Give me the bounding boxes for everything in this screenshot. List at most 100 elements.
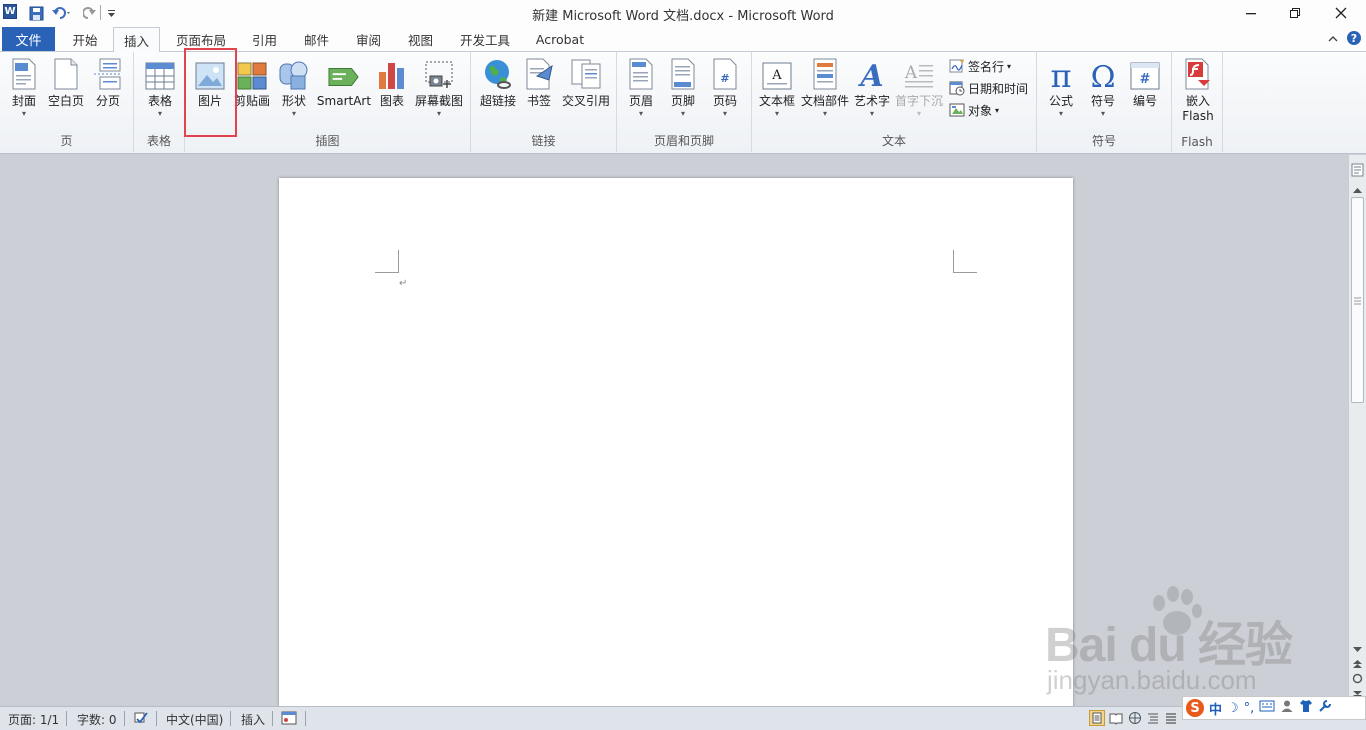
drop-cap-button[interactable]: A 首字下沉 ▾ [894, 56, 944, 128]
group-header-footer: 页眉 ▾ 页脚 ▾ # 页码 ▾ 页眉和页脚 [617, 52, 752, 152]
status-page-count[interactable]: 页面: 1/1 [8, 711, 59, 728]
svg-text:A: A [904, 63, 918, 83]
quick-parts-button[interactable]: 文档部件 ▾ [800, 56, 850, 128]
vertical-scrollbar[interactable] [1348, 155, 1366, 706]
web-layout-icon[interactable] [1128, 711, 1142, 728]
cover-page-button[interactable]: 封面 ▾ [6, 56, 42, 128]
scrollbar-thumb[interactable] [1351, 197, 1364, 403]
embed-flash-button[interactable]: 嵌入 Flash [1178, 56, 1218, 128]
tab-acrobat[interactable]: Acrobat [528, 27, 592, 52]
wordart-dropdown-icon: ▾ [869, 109, 874, 118]
signature-line-button[interactable]: 签名行 ▾ [949, 56, 1011, 76]
object-button[interactable]: 对象 ▾ [949, 100, 999, 120]
page-number-button[interactable]: # 页码 ▾ [707, 56, 743, 128]
clip-art-icon [236, 56, 268, 90]
keyboard-icon[interactable] [1259, 700, 1275, 716]
tools-wrench-icon[interactable] [1318, 699, 1332, 717]
footer-icon [667, 56, 699, 90]
full-screen-reading-icon[interactable] [1109, 711, 1123, 728]
draft-view-icon[interactable] [1164, 711, 1178, 728]
tab-insert[interactable]: 插入 [113, 27, 160, 53]
svg-text:Ω: Ω [1091, 60, 1116, 90]
minimize-button[interactable] [1228, 0, 1274, 26]
document-page[interactable]: ↵ [279, 178, 1073, 718]
date-time-button[interactable]: 日期和时间 [949, 78, 1028, 98]
cross-reference-label: 交叉引用 [561, 94, 610, 108]
text-box-button[interactable]: A 文本框 ▾ [756, 56, 798, 128]
embed-flash-label-line1: 嵌入 [1185, 94, 1210, 108]
tab-home[interactable]: 开始 [62, 27, 108, 52]
screenshot-button[interactable]: 屏幕截图 ▾ [413, 56, 465, 128]
tab-view[interactable]: 视图 [398, 27, 443, 52]
outline-view-icon[interactable] [1146, 711, 1160, 728]
wordart-icon: A [856, 56, 888, 90]
skin-shirt-icon[interactable] [1299, 699, 1313, 717]
quick-parts-icon [809, 56, 841, 90]
group-tables: 表格 ▾ 表格 [134, 52, 185, 152]
tab-mailings[interactable]: 邮件 [294, 27, 339, 52]
footer-button[interactable]: 页脚 ▾ [665, 56, 701, 128]
ime-toolbar[interactable]: S 中 ☽ °, [1182, 696, 1366, 720]
table-icon [144, 56, 176, 90]
equation-button[interactable]: π 公式 ▾ [1043, 56, 1079, 128]
symbol-label: 符号 [1090, 94, 1115, 108]
ime-language-toggle[interactable]: 中 [1209, 699, 1222, 718]
print-layout-view-icon[interactable] [1089, 710, 1105, 726]
help-icon[interactable]: ? [1346, 30, 1362, 46]
status-language[interactable]: 中文(中国) [166, 711, 223, 728]
user-icon[interactable] [1280, 699, 1294, 717]
proofing-icon[interactable] [133, 710, 149, 729]
shapes-dropdown-icon: ▾ [291, 109, 296, 118]
smartart-button[interactable]: SmartArt [317, 56, 371, 128]
ruler-toggle-icon[interactable] [1351, 163, 1364, 177]
smartart-icon [328, 56, 360, 90]
status-insert-mode[interactable]: 插入 [241, 711, 265, 728]
quick-parts-label: 文档部件 [800, 94, 849, 108]
close-button[interactable] [1318, 0, 1364, 26]
hyperlink-icon [482, 56, 514, 90]
header-button[interactable]: 页眉 ▾ [623, 56, 659, 128]
tab-review[interactable]: 审阅 [346, 27, 391, 52]
macro-recording-icon[interactable] [281, 710, 297, 729]
page-number-icon: # [709, 56, 741, 90]
signature-line-icon [949, 59, 964, 73]
previous-page-icon[interactable] [1352, 658, 1363, 672]
smartart-label: SmartArt [316, 94, 372, 108]
clip-art-button[interactable]: 剪贴画 [233, 56, 271, 128]
tab-developer[interactable]: 开发工具 [450, 27, 520, 52]
shapes-icon [278, 56, 310, 90]
drop-cap-label: 首字下沉 [894, 94, 943, 108]
group-pages: 封面 ▾ 空白页 分页 页 [0, 52, 134, 152]
file-tab[interactable]: 文件 [2, 27, 55, 51]
chart-button[interactable]: 图表 [375, 56, 409, 128]
wordart-button[interactable]: A 艺术字 ▾ [852, 56, 892, 128]
group-links-label: 链接 [531, 134, 556, 148]
baidu-jingyan-watermark: Bai du 经验 jingyan.baidu.com [1045, 585, 1305, 705]
browse-object-icon[interactable] [1352, 673, 1363, 687]
number-button[interactable]: # 编号 [1127, 56, 1163, 128]
scroll-down-icon[interactable] [1352, 643, 1363, 657]
object-icon [949, 103, 965, 117]
group-links: 超链接 书签 交叉引用 链接 [471, 52, 617, 152]
cross-reference-button[interactable]: 交叉引用 [559, 56, 613, 128]
hyperlink-button[interactable]: 超链接 [475, 56, 521, 128]
screenshot-label: 屏幕截图 [414, 94, 463, 108]
chart-icon [376, 56, 408, 90]
symbol-button[interactable]: Ω 符号 ▾ [1085, 56, 1121, 128]
status-word-count[interactable]: 字数: 0 [77, 711, 117, 728]
tab-references[interactable]: 引用 [242, 27, 287, 52]
drop-cap-dropdown-icon: ▾ [916, 109, 921, 118]
footer-label: 页脚 [670, 94, 695, 108]
sogou-logo-icon[interactable]: S [1186, 699, 1204, 717]
moon-icon[interactable]: ☽ [1227, 701, 1239, 716]
bookmark-button[interactable]: 书签 [521, 56, 557, 128]
group-flash-label: Flash [1181, 135, 1213, 149]
restore-button[interactable] [1272, 0, 1318, 26]
table-button[interactable]: 表格 ▾ [142, 56, 178, 128]
page-break-button[interactable]: 分页 [90, 56, 126, 128]
punctuation-icon[interactable]: °, [1244, 701, 1255, 716]
scroll-up-icon[interactable] [1352, 183, 1363, 197]
collapse-ribbon-icon[interactable] [1325, 31, 1341, 47]
shapes-button[interactable]: 形状 ▾ [275, 56, 313, 128]
blank-page-button[interactable]: 空白页 [46, 56, 86, 128]
